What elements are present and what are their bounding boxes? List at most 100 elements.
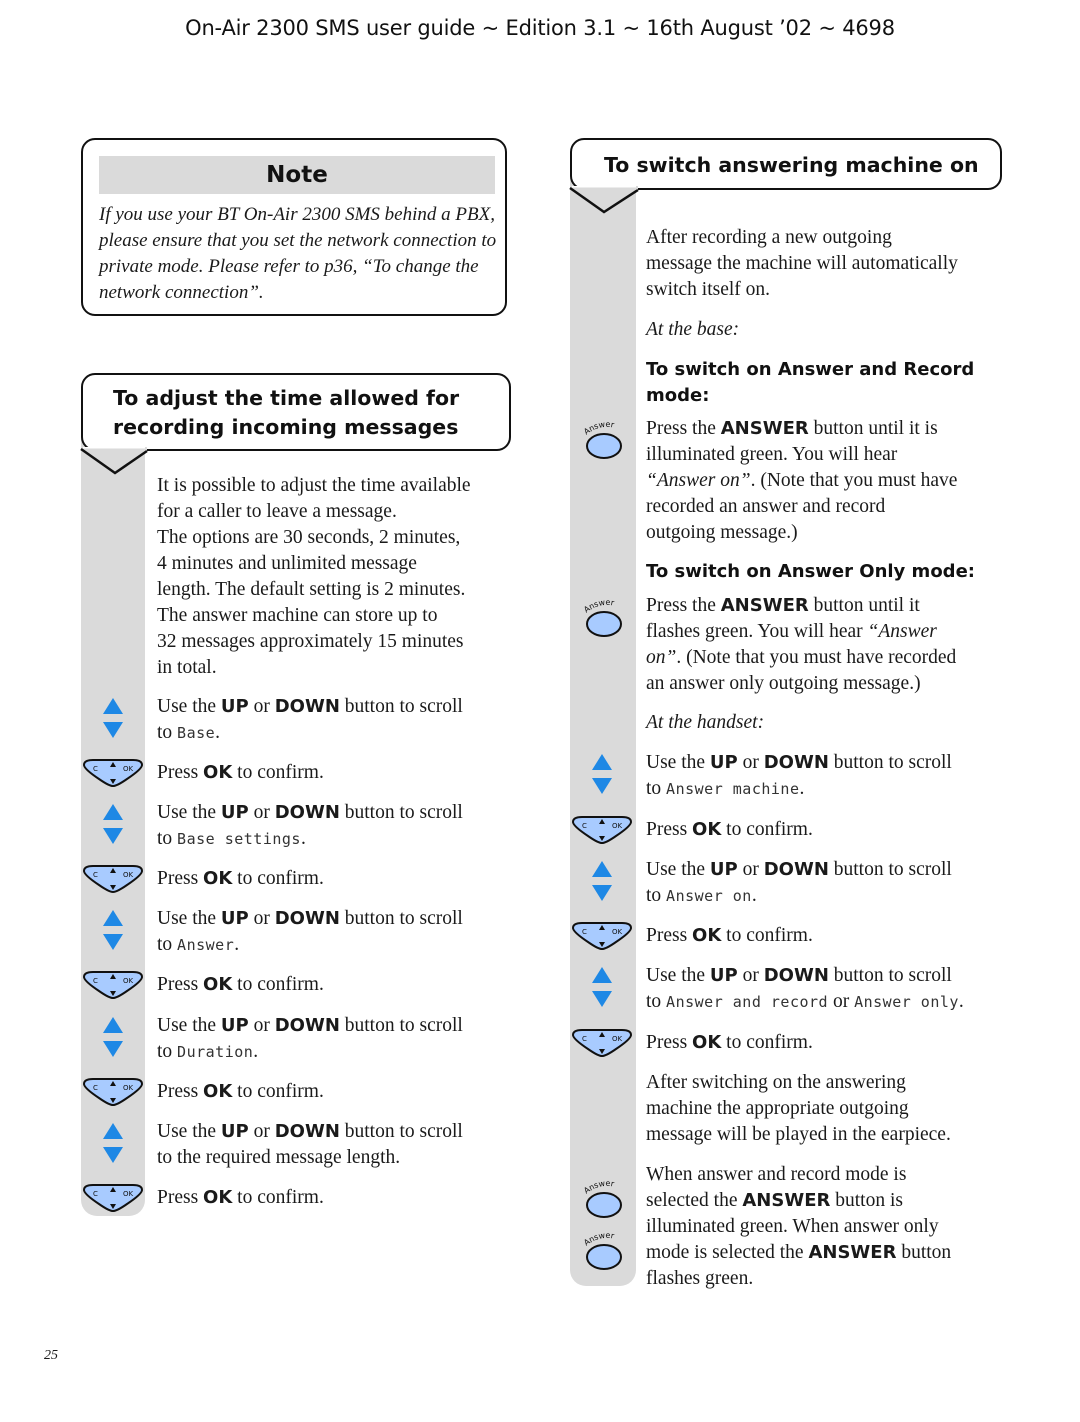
text-span: to (157, 1041, 173, 1062)
text-span: Use the (646, 965, 706, 986)
text-span: button until it (813, 595, 920, 616)
scroll-step: Use the UP or DOWN button to scroll to An… (157, 906, 537, 958)
text-span: button to scroll (833, 752, 952, 773)
text-span: mode is selected the (646, 1242, 804, 1263)
press-ok-step: Press OK to confirm. (646, 817, 813, 843)
menu-option-label: Answer on (666, 887, 752, 905)
page-number: 25 (44, 1348, 58, 1363)
svg-text:OK: OK (123, 1084, 134, 1092)
press-ok-step: Press OK to confirm. (157, 1185, 324, 1211)
text-span: or (253, 696, 270, 717)
answer-key-label: ANSWER (720, 595, 809, 616)
text-line: flashes green. (646, 1268, 754, 1289)
svg-text:C: C (93, 977, 98, 985)
text-span: to confirm. (726, 925, 813, 946)
text-line: illuminated green. When answer only (646, 1216, 939, 1237)
menu-option-label: Answer and record (666, 993, 829, 1011)
intro-line: The options are 30 seconds, 2 minutes, (157, 527, 461, 548)
at-the-base-label: At the base: (646, 319, 740, 340)
menu-option-label: Base settings (177, 830, 301, 848)
text-span: . (751, 885, 757, 906)
answer-button-icon: Answer (582, 1230, 626, 1277)
text-span: button is (835, 1190, 903, 1211)
text-span: Press (646, 819, 688, 840)
text-span: to (646, 778, 662, 799)
answer-button-icon: Answer (582, 597, 626, 644)
menu-option-label: Answer (177, 936, 235, 954)
answer-key-label: ANSWER (808, 1242, 897, 1263)
ok-key-label: OK (692, 1032, 722, 1053)
press-ok-step: Press OK to confirm. (157, 972, 324, 998)
press-ok-step: Press OK to confirm. (157, 1079, 324, 1105)
ok-nav-button-icon: C OK (570, 920, 634, 957)
intro-line: 32 messages approximately 15 minutes (157, 631, 464, 652)
press-ok-step: Press OK to confirm. (157, 760, 324, 786)
ok-nav-button-icon: C OK (81, 1182, 145, 1219)
right-intro: After recording a new outgoing message t… (646, 225, 1016, 303)
text-span: Use the (157, 908, 217, 929)
text-span: to (646, 991, 662, 1012)
scroll-step: Use the UP or DOWN button to scroll to Ba… (157, 800, 537, 852)
ok-key-label: OK (203, 1081, 233, 1102)
up-down-arrows-icon (590, 860, 614, 909)
text-span: or (742, 859, 759, 880)
text-span: . (Note that you must have recorded (676, 647, 957, 668)
text-span: . (Note that you must have (750, 470, 958, 491)
text-span: or (253, 1015, 270, 1036)
text-span: button to scroll (833, 859, 952, 880)
text-span: Use the (646, 859, 706, 880)
ok-nav-button-icon: C OK (81, 1076, 145, 1113)
text-line: When answer and record mode is (646, 1164, 907, 1185)
subheading-line: mode: (646, 385, 710, 406)
document-header: On-Air 2300 SMS user guide ~ Edition 3.1… (185, 16, 895, 40)
scroll-step: Use the UP or DOWN button to scroll to An… (646, 857, 1026, 909)
up-down-arrows-icon (101, 1016, 125, 1065)
intro-line: After recording a new outgoing (646, 227, 892, 248)
text-span: to confirm. (726, 819, 813, 840)
text-span: . (300, 828, 306, 849)
ok-nav-button-icon: C OK (81, 969, 145, 1006)
up-down-arrows-icon (101, 697, 125, 746)
text-span: Press the (646, 595, 716, 616)
ok-key-label: OK (203, 974, 233, 995)
text-span: . (253, 1041, 259, 1062)
note-text: If you use your BT On-Air 2300 SMS behin… (99, 204, 497, 303)
ok-key-label: OK (203, 762, 233, 783)
text-span: to confirm. (237, 762, 324, 783)
intro-line: in total. (157, 657, 217, 678)
intro-line: The answer machine can store up to (157, 605, 438, 626)
up-key-label: UP (220, 1015, 249, 1036)
ok-key-label: OK (203, 1187, 233, 1208)
intro-line: length. The default setting is 2 minutes… (157, 579, 466, 600)
answer-key-label: ANSWER (720, 418, 809, 439)
right-section-heading: To switch answering machine on (570, 138, 1002, 190)
text-span: button to scroll (344, 802, 463, 823)
text-span: Press (157, 1081, 199, 1102)
quote: “Answer on” (646, 470, 751, 491)
text-span: . (215, 722, 221, 743)
ok-nav-button-icon: C OK (570, 814, 634, 851)
answer-button-icon: Answer (582, 1178, 626, 1225)
press-ok-step: Press OK to confirm. (646, 1030, 813, 1056)
down-key-label: DOWN (763, 752, 829, 773)
intro-line: 4 minutes and unlimited message (157, 553, 417, 574)
right-step-rail (570, 180, 636, 1286)
text-span: or (253, 1121, 270, 1142)
text-span: button to scroll (344, 1015, 463, 1036)
after-switching-text: After switching on the answering machine… (646, 1070, 1016, 1148)
scroll-step: Use the UP or DOWN button to scroll to An… (646, 963, 1026, 1015)
svg-text:OK: OK (123, 871, 134, 879)
up-down-arrows-icon (590, 966, 614, 1015)
text-span: Press (646, 925, 688, 946)
note-box: Note If you use your BT On-Air 2300 SMS … (81, 138, 507, 316)
quote: on” (646, 647, 677, 668)
down-key-label: DOWN (763, 859, 829, 880)
right-heading-pointer (569, 186, 639, 214)
text-span: Press (157, 868, 199, 889)
ok-key-label: OK (692, 925, 722, 946)
text-line: illuminated green. You will hear (646, 444, 898, 465)
text-span: Press (157, 1187, 199, 1208)
answer-only-text: Press the ANSWER button until it flashes… (646, 593, 1016, 697)
text-line: outgoing message.) (646, 522, 798, 543)
text-line: After switching on the answering (646, 1072, 906, 1093)
